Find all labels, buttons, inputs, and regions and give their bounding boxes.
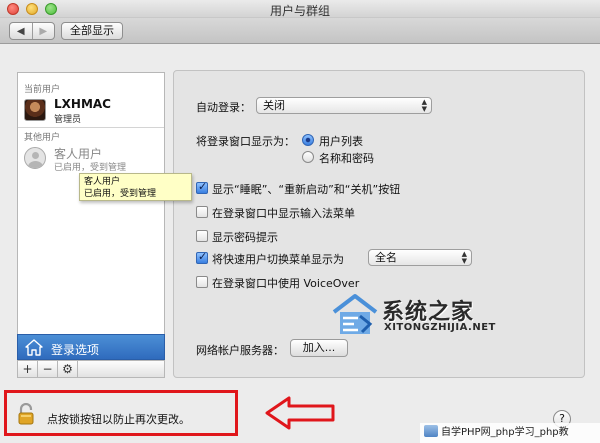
checkbox-fast-user-switching[interactable]	[196, 250, 208, 264]
network-server-label: 网络帐户服务器：	[196, 344, 284, 357]
user-item-lxhmac[interactable]: LXHMAC 管理员	[24, 97, 162, 127]
checkbox-label: 显示密码提示	[212, 231, 278, 244]
watermark-subtitle: XITONGZHIJIA.NET	[384, 322, 496, 333]
fast-switch-value: 全名	[375, 251, 397, 264]
checkbox-show-sleep-restart-shutdown[interactable]	[196, 180, 208, 194]
lock-highlight-box: 点按锁按钮以防止再次更改。	[4, 390, 238, 436]
house-icon	[25, 339, 43, 356]
popup-arrows-icon: ▲ ▼	[461, 250, 467, 265]
source-site-watermark: 自学PHP网_php学习_php教	[420, 423, 600, 443]
user-avatar	[24, 99, 46, 121]
divider	[18, 127, 164, 128]
other-users-header: 其他用户	[24, 133, 61, 143]
show-all-button[interactable]: 全部显示	[61, 22, 123, 40]
auto-login-label: 自动登录：	[196, 101, 251, 114]
site-watermark: 系统之家 XITONGZHIJIA.NET	[330, 290, 540, 340]
user-name: LXHMAC	[54, 97, 111, 111]
login-options-label: 登录选项	[51, 343, 100, 357]
guest-user-status: 已启用，受到管理	[54, 163, 127, 173]
auto-login-value: 关闭	[263, 99, 285, 112]
tooltip-line-1: 客人用户	[84, 177, 121, 187]
current-users-header: 当前用户	[24, 85, 61, 95]
checkbox-label: 在登录窗口中显示输入法菜单	[212, 207, 355, 220]
checkbox-label: 将快速用户切换菜单显示为	[212, 253, 344, 266]
checkbox-label: 显示“睡眠”、“重新启动”和“关机”按钮	[212, 183, 401, 196]
toolbar: ◀ ▶ 全部显示	[0, 18, 600, 44]
popup-arrows-icon: ▲ ▼	[421, 98, 427, 113]
tooltip-line-2: 已启用，受到管理	[84, 189, 157, 199]
checkbox-label: 在登录窗口中使用 VoiceOver	[212, 277, 360, 290]
guest-avatar-icon	[24, 147, 46, 169]
fast-switch-popup[interactable]: 全名 ▲ ▼	[368, 249, 472, 266]
nav-button-group: ◀ ▶	[9, 22, 55, 40]
title-bar: 用户与群组	[0, 0, 600, 18]
display-as-label: 将登录窗口显示为：	[196, 135, 295, 148]
radio-user-list[interactable]	[302, 134, 314, 146]
user-item-guest[interactable]: 客人用户 已启用，受到管理	[24, 145, 162, 175]
user-list-toolbar: + − ⚙	[17, 360, 165, 378]
source-site-text: 自学PHP网_php学习_php教	[441, 427, 569, 438]
gear-icon[interactable]: ⚙	[58, 361, 78, 377]
checkbox-password-hints[interactable]	[196, 230, 208, 242]
back-button[interactable]: ◀	[10, 23, 32, 39]
watermark-logo-icon	[332, 294, 378, 334]
lock-instruction-text: 点按锁按钮以防止再次更改。	[47, 413, 190, 426]
site-logo-icon	[424, 425, 438, 437]
login-options-item[interactable]: 登录选项	[17, 334, 165, 360]
window-title: 用户与群组	[269, 4, 330, 18]
checkbox-input-menu[interactable]	[196, 206, 208, 218]
auto-login-popup[interactable]: 关闭 ▲ ▼	[256, 97, 432, 114]
remove-user-button[interactable]: −	[38, 361, 58, 377]
unlocked-padlock-icon[interactable]	[18, 403, 36, 425]
radio-name-password[interactable]	[302, 151, 314, 163]
add-user-button[interactable]: +	[18, 361, 38, 377]
checkbox-voiceover[interactable]	[196, 276, 208, 288]
guest-user-tooltip: 客人用户 已启用，受到管理	[79, 173, 192, 201]
user-role: 管理员	[54, 115, 82, 125]
join-button[interactable]: 加入...	[290, 339, 348, 357]
red-arrow-annotation	[265, 396, 335, 430]
radio-user-list-label: 用户列表	[319, 135, 363, 148]
radio-name-password-label: 名称和密码	[319, 152, 374, 165]
user-list: 当前用户 LXHMAC 管理员 其他用户 客人用户 已启用，受到管理	[17, 72, 165, 378]
forward-button[interactable]: ▶	[31, 23, 55, 39]
